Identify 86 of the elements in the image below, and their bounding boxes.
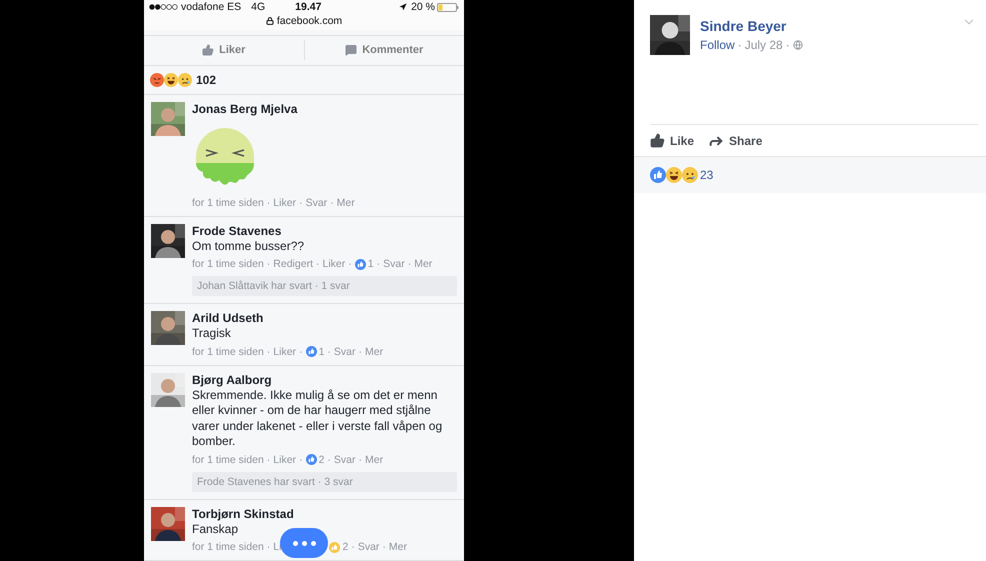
- meta-link[interactable]: Mer: [388, 541, 408, 553]
- separator: ·: [299, 454, 303, 466]
- commenter-name[interactable]: Arild Udseth: [192, 311, 457, 326]
- separator: ·: [358, 454, 362, 466]
- separator: ·: [348, 258, 352, 270]
- meta-text: for 1 time siden: [192, 346, 264, 358]
- meta-link[interactable]: Liker: [273, 346, 296, 358]
- comment-text: Tragisk: [192, 326, 232, 342]
- meta-link[interactable]: Mer: [365, 454, 384, 466]
- laughing-face-icon: [666, 167, 682, 183]
- meta-text: for 1 time siden: [192, 258, 264, 270]
- separator: ·: [266, 454, 270, 466]
- separator: ·: [382, 541, 386, 553]
- meta-text: for 1 time siden: [192, 541, 264, 553]
- like-count: 2: [318, 454, 324, 466]
- commenter-name[interactable]: Bjørg Aalborg: [192, 372, 457, 388]
- separator: ·: [738, 38, 742, 52]
- meta-link[interactable]: Liker: [273, 196, 296, 208]
- separator: ·: [266, 541, 270, 553]
- carrier-name: vodafone ES: [181, 1, 242, 14]
- thumbs-up-icon: [202, 44, 214, 56]
- meta-link[interactable]: Liker: [322, 258, 346, 270]
- separator: ·: [327, 454, 331, 466]
- meta-link[interactable]: Liker: [273, 454, 296, 466]
- like-button[interactable]: Like: [650, 133, 694, 148]
- replies-link[interactable]: Johan Slåttavik har svart · 1 svar: [192, 276, 457, 296]
- comment-text: Skremmende. Ikke mulig å se om det er menn eller kvinner - om de har haugerr med stjålne varer under lakenet - eller i verste fall våpen og bomber.: [192, 388, 444, 450]
- signal-strength-icon: [149, 4, 178, 10]
- separator: ·: [299, 196, 303, 208]
- clock-time: 19.47: [295, 1, 322, 14]
- separator: ·: [351, 541, 355, 553]
- commenter-name[interactable]: Frode Stavenes: [192, 224, 457, 238]
- network-type: 4G: [251, 1, 266, 14]
- separator: ·: [316, 258, 320, 270]
- meta-link[interactable]: Mer: [336, 196, 355, 208]
- url-text: facebook.com: [276, 15, 342, 28]
- battery-icon: [437, 2, 459, 12]
- follow-link[interactable]: Follow: [700, 38, 735, 52]
- separator: ·: [408, 258, 412, 270]
- meta-link[interactable]: Mer: [414, 258, 432, 270]
- chat-button[interactable]: [280, 528, 328, 558]
- globe-icon: [792, 40, 803, 50]
- meta-link[interactable]: Svar: [358, 541, 380, 553]
- thumbs-up-icon: [650, 133, 665, 148]
- commenter-name[interactable]: Jonas Berg Mjelva: [192, 102, 457, 116]
- like-count: 2: [342, 541, 348, 553]
- battery-percent: 20 %: [411, 1, 435, 14]
- commenter-name[interactable]: Torbjørn Skinstad: [192, 506, 457, 522]
- location-icon: [399, 3, 408, 12]
- separator: ·: [786, 38, 790, 52]
- separator: ·: [376, 258, 380, 270]
- meta-link[interactable]: Svar: [334, 346, 356, 358]
- comment-button[interactable]: Kommenter: [304, 40, 464, 60]
- reaction-count[interactable]: 102: [196, 72, 216, 87]
- meta-link[interactable]: Li: [273, 541, 282, 553]
- laughing-face-icon: [164, 72, 178, 87]
- like-count: 1: [318, 346, 324, 358]
- sad-face-icon: [178, 72, 192, 87]
- meta-link[interactable]: Svar: [334, 454, 356, 466]
- meta-text: Redigert: [273, 258, 313, 270]
- like-reaction-icon: [650, 167, 666, 183]
- separator: ·: [266, 346, 270, 358]
- meta-link[interactable]: Mer: [365, 346, 384, 358]
- meta-text: for 1 time siden: [192, 454, 264, 466]
- share-button[interactable]: Share: [708, 132, 762, 148]
- replies-link[interactable]: Frode Stavenes har svart · 3 svar: [192, 472, 457, 492]
- separator: ·: [266, 258, 270, 270]
- separator: ·: [299, 346, 303, 358]
- author-name[interactable]: Sindre Beyer: [700, 18, 952, 34]
- like-button[interactable]: Liker: [144, 40, 304, 60]
- meta-link[interactable]: Svar: [306, 196, 328, 208]
- speech-bubble-icon: [345, 44, 358, 56]
- separator: ·: [327, 346, 331, 358]
- post-date[interactable]: July 28: [744, 38, 783, 52]
- sad-face-icon: [682, 167, 698, 183]
- separator: ·: [330, 196, 334, 208]
- comment-text: Fanskap: [192, 522, 240, 537]
- like-count: 1: [368, 258, 374, 270]
- reaction-count[interactable]: 23: [700, 168, 714, 182]
- separator: ·: [266, 196, 270, 208]
- meta-text: for 1 time siden: [192, 196, 264, 208]
- comment-text: Om tomme busser??: [192, 238, 306, 254]
- angry-face-icon: [150, 72, 164, 87]
- separator: ·: [358, 346, 362, 358]
- lock-icon: [266, 17, 274, 26]
- meta-link[interactable]: Svar: [383, 258, 405, 270]
